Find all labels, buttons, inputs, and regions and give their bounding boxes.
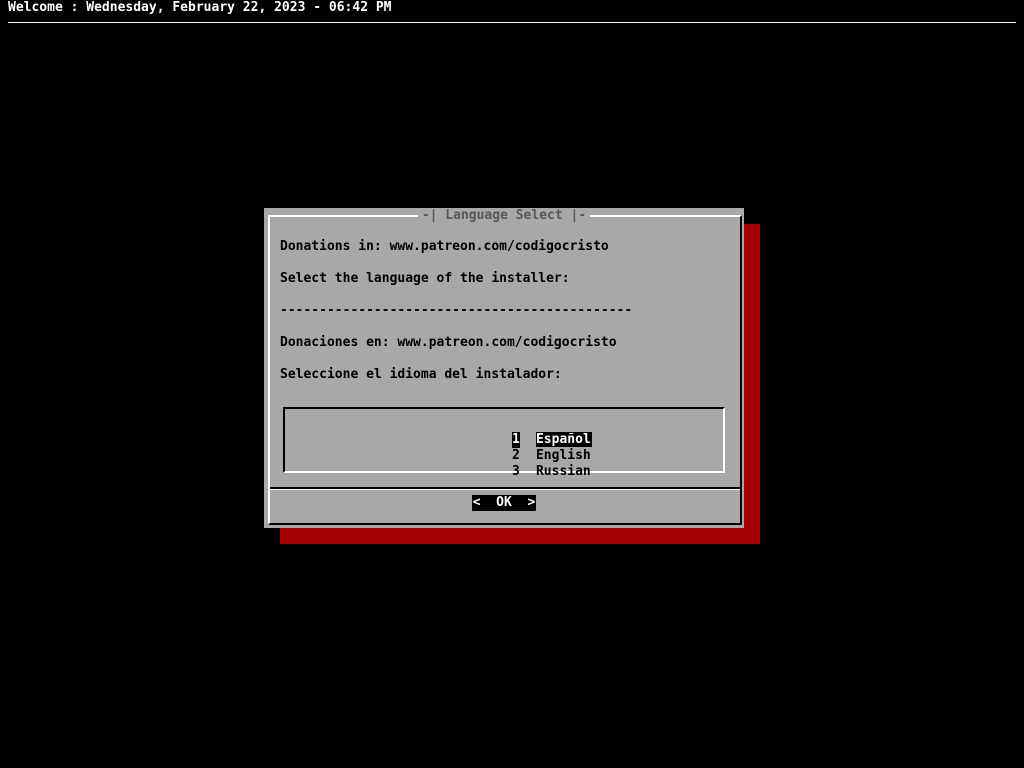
menu-item-tag: 3 (511, 464, 520, 479)
donations-english-text: Donations in: www.patreon.com/codigocris… (280, 239, 609, 254)
ok-button[interactable]: < OK > (472, 495, 536, 511)
menu-item-label: Russian (535, 464, 591, 479)
dashed-separator: ----------------------------------------… (280, 303, 633, 318)
backtitle-divider (8, 22, 1016, 23)
select-language-spanish-text: Seleccione el idioma del instalador: (280, 367, 562, 382)
language-menu: 1 Español 2 English 3 Russian (283, 407, 725, 479)
backtitle: Welcome : Wednesday, February 22, 2023 -… (8, 0, 392, 15)
button-area-divider-highlight (270, 489, 740, 490)
select-language-english-text: Select the language of the installer: (280, 271, 570, 286)
dialog-title-bar: -| Language Select |- (264, 208, 744, 224)
donations-spanish-text: Donaciones en: www.patreon.com/codigocri… (280, 335, 617, 350)
language-select-dialog: -| Language Select |- Donations in: www.… (264, 208, 744, 528)
dialog-title: -| Language Select |- (417, 208, 591, 223)
